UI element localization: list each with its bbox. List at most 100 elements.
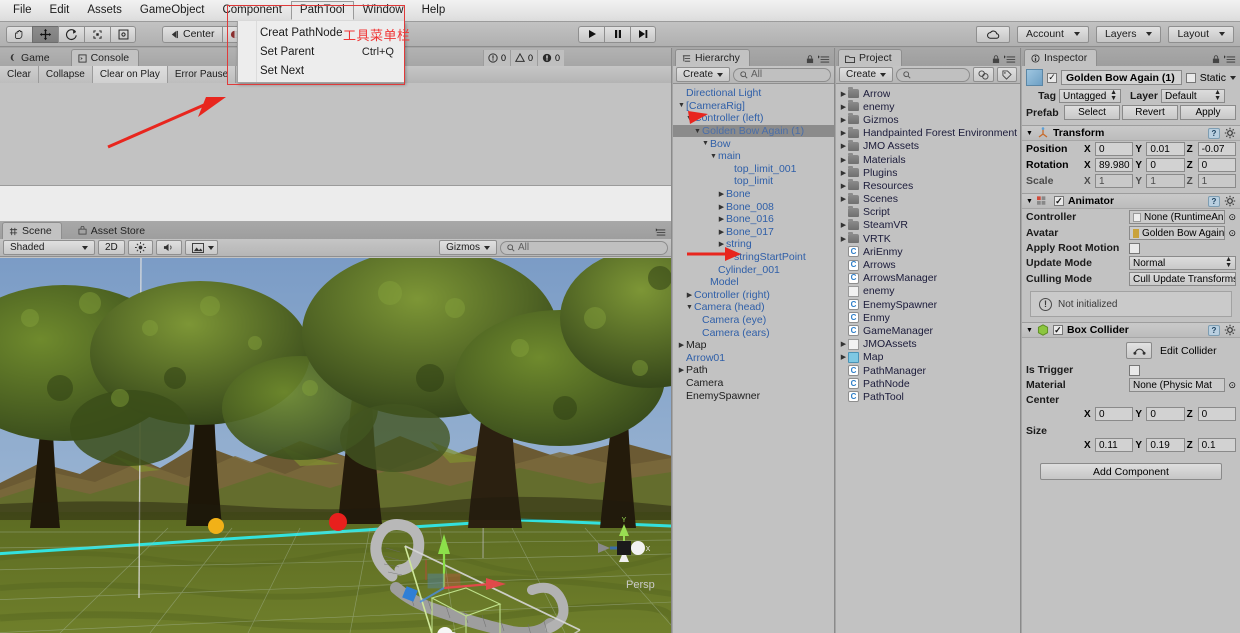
hierarchy-item-top-limit-001[interactable]: top_limit_001 — [673, 163, 834, 176]
transform-rotation-y-input[interactable]: 0 — [1146, 158, 1185, 172]
layout-button[interactable]: Layout — [1168, 25, 1234, 43]
hierarchy-item-camerarig[interactable]: ▼ [CameraRig] — [673, 100, 834, 113]
foldout-closed-icon[interactable]: ▶ — [839, 142, 848, 150]
box-collider-header-actions[interactable]: ? — [1208, 324, 1236, 336]
audio-toggle-button[interactable] — [155, 240, 182, 255]
edit-collider-button[interactable] — [1126, 342, 1152, 359]
console-clear-button[interactable]: Clear — [0, 65, 39, 83]
project-tree[interactable]: ▶ Arrow ▶ enemy ▶ Gizmos ▶ Handpainted Forest E… — [836, 84, 1020, 404]
project-item-enemyspawner[interactable]: C EnemySpawner — [836, 298, 1020, 311]
foldout-open-icon[interactable]: ▼ — [685, 115, 694, 122]
hierarchy-item-cylinder-001[interactable]: Cylinder_001 — [673, 263, 834, 276]
transform-scale-x-input[interactable]: 1 — [1095, 174, 1134, 188]
transform-header-actions[interactable]: ? — [1208, 127, 1236, 139]
gizmos-dropdown[interactable]: Gizmos — [439, 240, 497, 255]
foldout-closed-icon[interactable]: ▶ — [839, 195, 848, 203]
foldout-arrow-icon[interactable]: ▼ — [1026, 130, 1033, 137]
center-y-input[interactable]: 0 — [1146, 407, 1185, 421]
menu-item-window[interactable]: Window — [354, 1, 413, 20]
physic-material-field[interactable]: None (Physic Mat — [1129, 378, 1226, 392]
hierarchy-item-model[interactable]: Model — [673, 276, 834, 289]
project-search-input[interactable] — [896, 67, 970, 82]
project-item-resources[interactable]: ▶ Resources — [836, 179, 1020, 192]
transform-position-y-input[interactable]: 0.01 — [1146, 142, 1185, 156]
rect-tool-button[interactable] — [110, 25, 136, 43]
tab-console[interactable]: Console — [70, 49, 140, 66]
controller-object-field[interactable]: None (RuntimeAni — [1129, 210, 1226, 224]
gameobject-enabled-checkbox[interactable]: ✓ — [1047, 72, 1057, 83]
menu-item-pathtool[interactable]: PathTool — [290, 1, 354, 20]
foldout-closed-icon[interactable]: ▶ — [717, 228, 726, 236]
project-filter-label-button[interactable] — [997, 67, 1017, 82]
hierarchy-item-path[interactable]: ▶ Path — [673, 364, 834, 377]
center-z-input[interactable]: 0 — [1197, 407, 1236, 421]
hierarchy-panel-controls[interactable] — [806, 55, 830, 64]
object-picker-icon[interactable]: ⊙ — [1228, 380, 1236, 391]
hierarchy-item-bone[interactable]: ▶ Bone — [673, 188, 834, 201]
size-x-input[interactable]: 0.11 — [1095, 438, 1134, 452]
project-item-jmoassets[interactable]: ▶ JMOAssets — [836, 338, 1020, 351]
foldout-closed-icon[interactable]: ▶ — [717, 240, 726, 248]
play-button[interactable] — [578, 25, 604, 43]
size-y-input[interactable]: 0.19 — [1146, 438, 1185, 452]
chevron-down-icon[interactable] — [1230, 75, 1236, 80]
project-item-gizmos[interactable]: ▶ Gizmos — [836, 113, 1020, 126]
gameobject-name-input[interactable]: Golden Bow Again (1) — [1061, 70, 1182, 85]
menu-item-assets[interactable]: Assets — [78, 1, 131, 20]
toggle-2d-button[interactable]: 2D — [98, 240, 125, 255]
foldout-open-icon[interactable]: ▼ — [701, 140, 710, 147]
transform-scale-y-input[interactable]: 1 — [1146, 174, 1185, 188]
foldout-closed-icon[interactable]: ▶ — [717, 215, 726, 223]
foldout-open-icon[interactable]: ▼ — [693, 128, 702, 135]
console-error-pause-button[interactable]: Error Pause — [167, 65, 237, 83]
project-item-steamvr[interactable]: ▶ SteamVR — [836, 218, 1020, 232]
hierarchy-item-camera-head[interactable]: ▼ Camera (head) — [673, 301, 834, 314]
transform-rotation-z-input[interactable]: 0 — [1197, 158, 1236, 172]
hierarchy-search-input[interactable]: All — [733, 67, 831, 82]
project-item-arrows[interactable]: C Arrows — [836, 258, 1020, 271]
hierarchy-item-map[interactable]: ▶ Map — [673, 339, 834, 352]
hierarchy-item-controller-left[interactable]: ▼ Controller (left) — [673, 112, 834, 125]
avatar-object-field[interactable]: Golden Bow Again — [1129, 226, 1226, 240]
foldout-arrow-icon[interactable]: ▼ — [1026, 198, 1033, 205]
project-filter-type-button[interactable] — [973, 67, 994, 82]
hierarchy-item-controller-right[interactable]: ▶ Controller (right) — [673, 289, 834, 302]
effects-toggle-button[interactable] — [184, 240, 218, 255]
prefab-select-button[interactable]: Select — [1064, 105, 1120, 120]
project-item-jmo-assets[interactable]: ▶ JMO Assets — [836, 139, 1020, 153]
help-icon[interactable]: ? — [1208, 127, 1220, 139]
lighting-toggle-button[interactable] — [127, 240, 153, 255]
menu-item-edit[interactable]: Edit — [41, 1, 79, 20]
project-item-enemy[interactable]: enemy — [836, 285, 1020, 298]
pivot-mode-button[interactable]: Center — [162, 25, 222, 43]
object-picker-icon[interactable]: ⊙ — [1228, 228, 1236, 239]
console-clear-on-play-button[interactable]: Clear on Play — [92, 65, 168, 83]
gear-icon[interactable] — [1224, 127, 1236, 139]
hierarchy-item-golden-bow-again-1[interactable]: ▼ Golden Bow Again (1) — [673, 124, 834, 138]
foldout-closed-icon[interactable]: ▶ — [839, 353, 848, 361]
foldout-closed-icon[interactable]: ▶ — [839, 103, 848, 111]
project-item-gamemanager[interactable]: C GameManager — [836, 324, 1020, 337]
animator-header-actions[interactable]: ? — [1208, 195, 1236, 207]
project-item-arrowsmanager[interactable]: C ArrowsManager — [836, 272, 1020, 285]
tab-project[interactable]: Project — [838, 49, 902, 66]
foldout-closed-icon[interactable]: ▶ — [839, 340, 848, 348]
box-collider-enabled-checkbox[interactable]: ✓ — [1052, 325, 1063, 335]
hierarchy-create-button[interactable]: Create — [676, 67, 731, 82]
foldout-closed-icon[interactable]: ▶ — [839, 129, 848, 137]
foldout-open-icon[interactable]: ▼ — [685, 304, 694, 311]
hierarchy-item-directional-light[interactable]: Directional Light — [673, 87, 834, 100]
scale-tool-button[interactable] — [84, 25, 110, 43]
foldout-closed-icon[interactable]: ▶ — [839, 116, 848, 124]
add-component-button[interactable]: Add Component — [1040, 463, 1222, 480]
console-warning-count[interactable]: 0 — [509, 50, 537, 66]
project-item-scenes[interactable]: ▶ Scenes — [836, 192, 1020, 206]
foldout-closed-icon[interactable]: ▶ — [839, 169, 848, 177]
center-x-input[interactable]: 0 — [1095, 407, 1134, 421]
project-item-vrtk[interactable]: ▶ VRTK — [836, 232, 1020, 245]
hierarchy-item-stringstartpoint[interactable]: stringStartPoint — [673, 251, 834, 264]
tag-dropdown[interactable]: Untagged ▲ ▼ — [1059, 89, 1121, 103]
project-item-script[interactable]: Script — [836, 205, 1020, 219]
hierarchy-item-bone-016[interactable]: ▶ Bone_016 — [673, 213, 834, 226]
shading-mode-dropdown[interactable]: Shaded — [3, 240, 95, 255]
